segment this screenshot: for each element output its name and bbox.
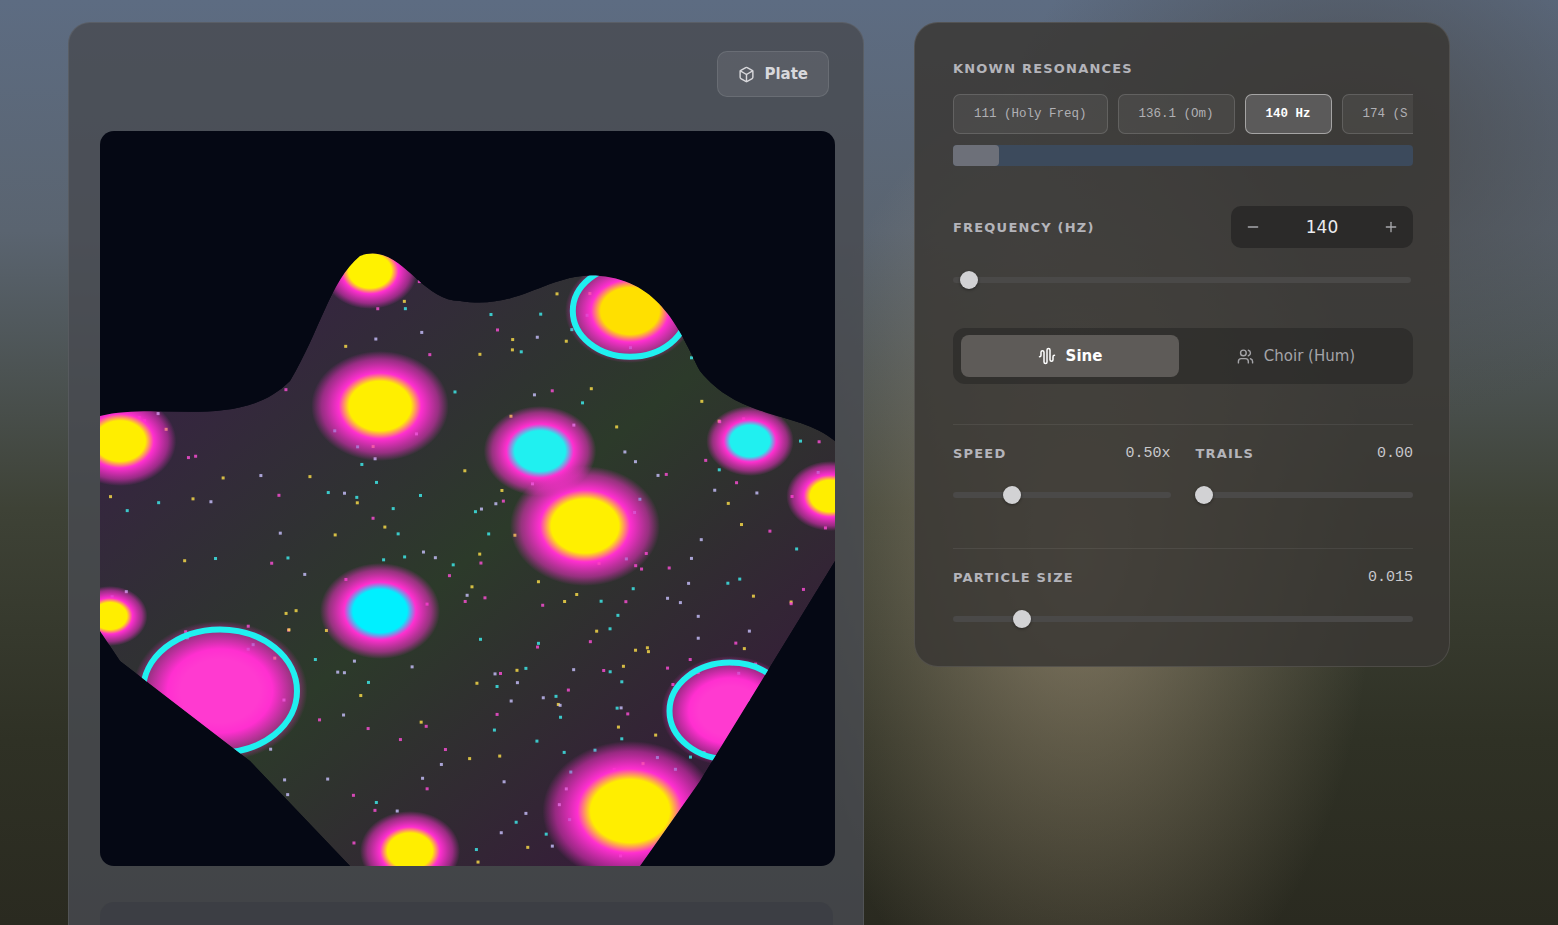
waveform-toggle: Sine Choir (Hum) <box>953 328 1413 384</box>
waveform-label: Sine <box>1066 347 1103 365</box>
waveform-option[interactable]: Choir (Hum) <box>1187 335 1405 377</box>
particle-size-label: PARTICLE SIZE <box>953 570 1074 585</box>
visualizer-canvas[interactable] <box>100 131 835 866</box>
resonance-chip[interactable]: 174 (S <box>1342 94 1413 134</box>
waveform-label: Choir (Hum) <box>1264 347 1355 365</box>
slider-thumb[interactable] <box>1003 486 1021 504</box>
frequency-stepper: 140 <box>1231 206 1413 248</box>
resonance-scrollbar[interactable] <box>953 145 1413 166</box>
plate-button[interactable]: Plate <box>717 51 829 97</box>
speed-reading: 0.50x <box>1125 445 1170 462</box>
divider <box>953 548 1413 549</box>
visualizer-panel: Plate <box>68 22 864 925</box>
plus-icon <box>1383 219 1399 235</box>
divider <box>953 424 1413 425</box>
particle-size-control: PARTICLE SIZE 0.015 <box>953 569 1413 628</box>
resonance-chip[interactable]: 136.1 (Om) <box>1118 94 1235 134</box>
users-icon <box>1237 348 1254 365</box>
slider-thumb[interactable] <box>1195 486 1213 504</box>
resonance-list: 111 (Holy Freq)136.1 (Om)140 Hz174 (S <box>953 94 1413 134</box>
frequency-label: FREQUENCY (HZ) <box>953 220 1095 235</box>
panel-toolbar: Plate <box>100 51 833 97</box>
speed-control: SPEED 0.50x <box>953 445 1171 504</box>
waveform-icon <box>1038 347 1056 365</box>
trails-slider[interactable] <box>1196 492 1414 498</box>
cube-icon <box>738 66 755 83</box>
speed-slider[interactable] <box>953 492 1171 498</box>
plate-label: Plate <box>764 65 808 83</box>
waveform-option[interactable]: Sine <box>961 335 1179 377</box>
speed-trails-row: SPEED 0.50x TRAILS 0.00 <box>953 445 1413 504</box>
cymatics-surface-icon <box>100 131 835 866</box>
minus-icon <box>1245 219 1261 235</box>
slider-thumb[interactable] <box>1013 610 1031 628</box>
particle-size-reading: 0.015 <box>1368 569 1413 586</box>
trails-control: TRAILS 0.00 <box>1196 445 1414 504</box>
resonance-chip[interactable]: 140 Hz <box>1245 94 1332 134</box>
resonances-title: KNOWN RESONANCES <box>953 61 1411 76</box>
controls-panel: KNOWN RESONANCES 111 (Holy Freq)136.1 (Om… <box>914 22 1450 667</box>
resonance-chip[interactable]: 111 (Holy Freq) <box>953 94 1108 134</box>
trails-reading: 0.00 <box>1377 445 1413 462</box>
scrollbar-thumb[interactable] <box>953 145 999 166</box>
frequency-slider[interactable] <box>953 277 1411 283</box>
frequency-value[interactable]: 140 <box>1306 217 1338 237</box>
speed-label: SPEED <box>953 446 1006 461</box>
increment-button[interactable] <box>1383 219 1399 235</box>
particle-size-slider[interactable] <box>953 616 1413 622</box>
trails-label: TRAILS <box>1196 446 1255 461</box>
frequency-row: FREQUENCY (HZ) 140 <box>953 206 1413 248</box>
slider-thumb[interactable] <box>960 271 978 289</box>
app: Plate KNOWN RESONANCES 111 (Holy Freq)136.… <box>0 0 1558 925</box>
bottom-card <box>100 902 833 925</box>
decrement-button[interactable] <box>1245 219 1261 235</box>
